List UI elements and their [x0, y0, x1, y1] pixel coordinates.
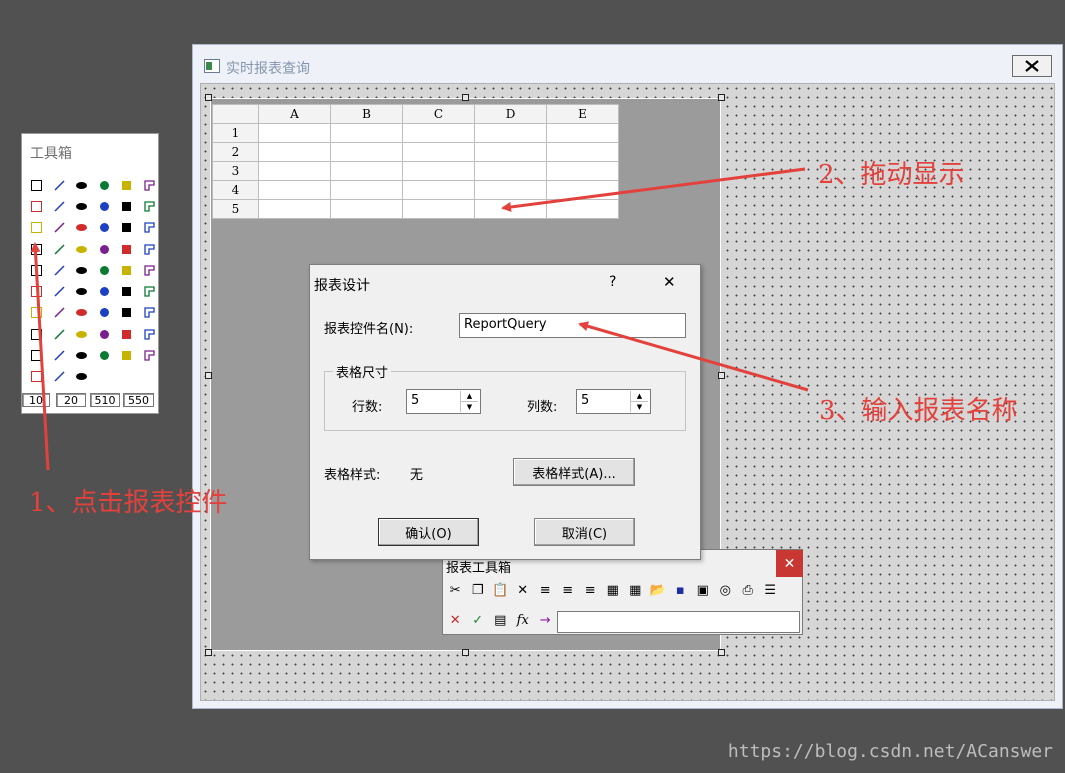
- watermark: https://blog.csdn.net/ACanswer: [727, 741, 1053, 762]
- annotation-3: 3、输入报表名称: [819, 396, 1018, 426]
- arrow-2: [501, 167, 806, 212]
- arrow-1: [30, 242, 50, 471]
- arrow-3: [578, 321, 809, 392]
- annotation-arrows: [30, 167, 809, 471]
- annotation-1: 1、点击报表控件: [29, 488, 228, 518]
- annotation-2: 2、拖动显示: [818, 160, 965, 190]
